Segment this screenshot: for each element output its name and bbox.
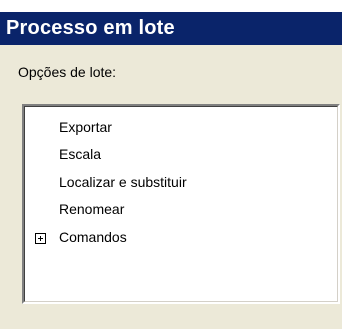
plus-box-icon[interactable] [35, 233, 46, 244]
list-inner-frame: Exportar Escala Localizar e substituir R… [24, 106, 338, 302]
list-item-localizar-substituir[interactable]: Localizar e substituir [59, 174, 187, 190]
list-item-renomear[interactable]: Renomear [59, 201, 124, 217]
panel-title: Processo em lote [6, 17, 175, 39]
list-item-exportar[interactable]: Exportar [59, 119, 112, 135]
list-item-comandos[interactable]: Comandos [59, 229, 127, 245]
batch-process-panel: Processo em lote Opções de lote: Exporta… [0, 0, 342, 329]
top-strip [0, 0, 342, 12]
batch-options-list[interactable]: Exportar Escala Localizar e substituir R… [22, 104, 340, 304]
panel-title-bar: Processo em lote [0, 12, 342, 45]
list-item-escala[interactable]: Escala [59, 146, 101, 162]
batch-options-label: Opções de lote: [18, 64, 117, 80]
